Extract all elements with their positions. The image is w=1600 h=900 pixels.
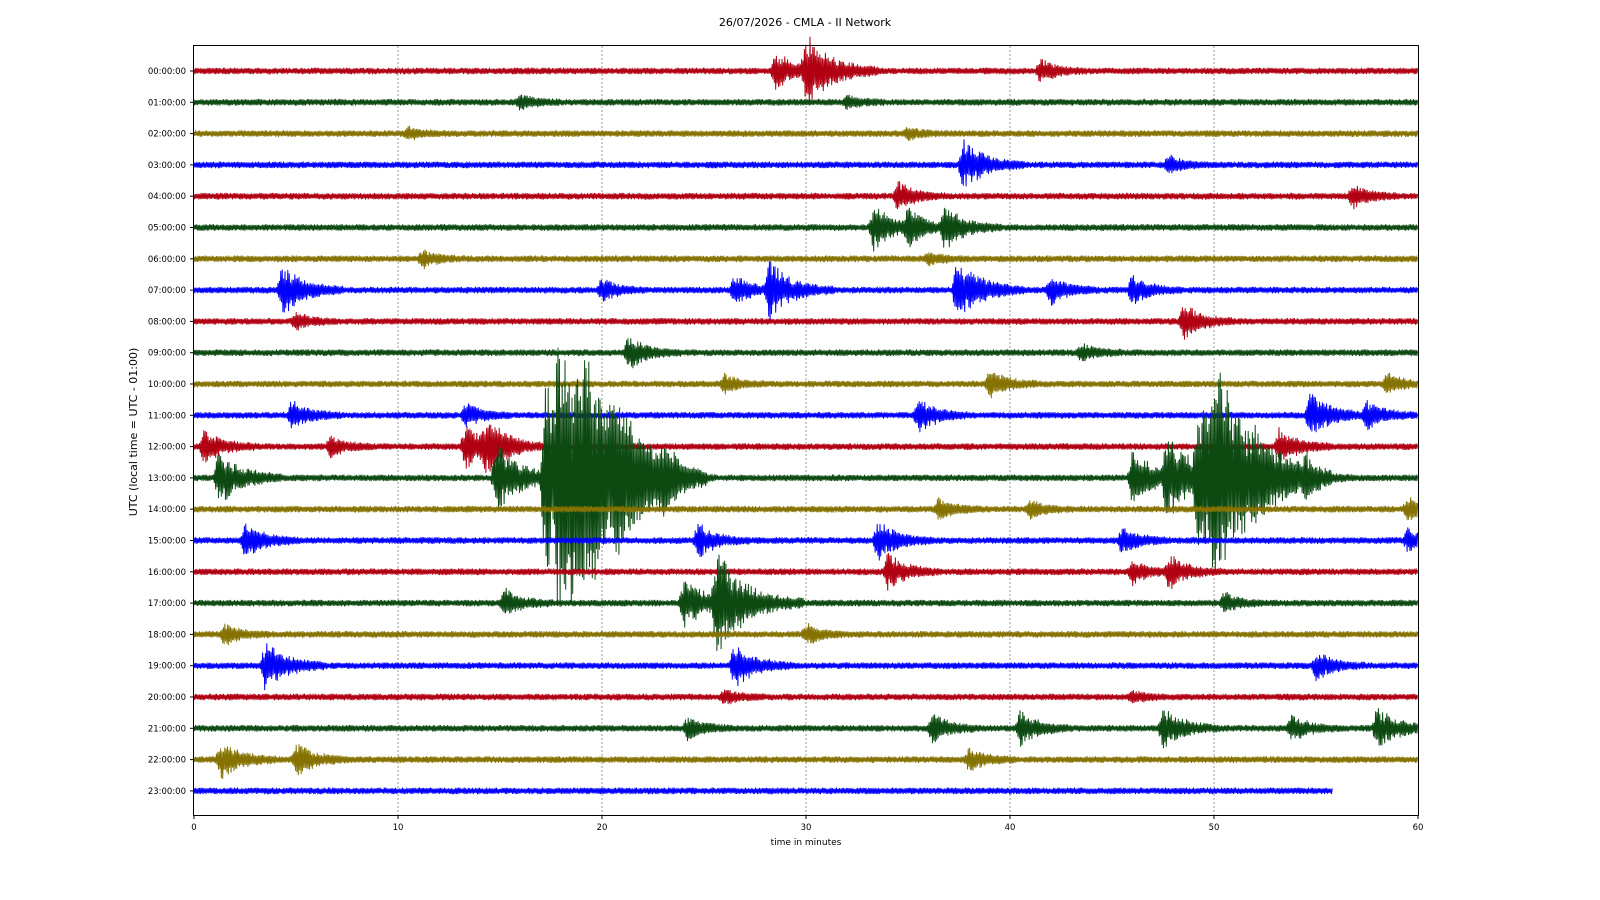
x-tick-label: 40 (1005, 823, 1016, 833)
y-tick-label: 02:00:00 (148, 130, 186, 140)
trace-20-00-00 (193, 689, 1419, 705)
x-axis-label: time in minutes (771, 838, 842, 848)
trace-00-00-00 (193, 36, 1419, 103)
y-tick-label: 17:00:00 (148, 599, 186, 609)
trace-04-00-00 (193, 181, 1419, 210)
y-tick-label: 10:00:00 (148, 380, 186, 390)
y-tick-label: 12:00:00 (148, 443, 186, 453)
y-tick-label: 00:00:00 (148, 67, 186, 77)
x-tick-label: 60 (1413, 823, 1424, 833)
y-tick-label: 11:00:00 (148, 411, 186, 421)
x-tick-label: 30 (801, 823, 812, 833)
y-ticks: 00:00:00 01:00:00 02:00:00 03:00:00 04:00:00… (148, 67, 194, 797)
y-tick-label: 18:00:00 (148, 630, 186, 640)
trace-06-00-00 (193, 249, 1419, 270)
trace-22-00-00 (193, 744, 1419, 780)
x-tick-label: 20 (597, 823, 608, 833)
y-tick-label: 07:00:00 (148, 286, 186, 296)
x-tick-label: 0 (191, 823, 196, 833)
y-tick-label: 03:00:00 (148, 161, 186, 171)
x-tick-label: 50 (1209, 823, 1220, 833)
y-tick-label: 23:00:00 (148, 787, 186, 797)
y-tick-label: 22:00:00 (148, 756, 186, 766)
helicorder-chart: 26/07/2026 - CMLA - II Network UTC (loca… (127, 16, 1423, 848)
trace-23-00-00 (193, 787, 1333, 795)
y-tick-label: 15:00:00 (148, 537, 186, 547)
y-tick-label: 21:00:00 (148, 724, 186, 734)
y-tick-label: 06:00:00 (148, 255, 186, 265)
y-tick-label: 05:00:00 (148, 224, 186, 234)
y-tick-label: 01:00:00 (148, 98, 186, 108)
chart-title: 26/07/2026 - CMLA - II Network (719, 16, 892, 29)
y-tick-label: 08:00:00 (148, 317, 186, 327)
y-tick-label: 20:00:00 (148, 693, 186, 703)
y-tick-label: 16:00:00 (148, 568, 186, 578)
y-tick-label: 04:00:00 (148, 192, 186, 202)
y-tick-label: 13:00:00 (148, 474, 186, 484)
y-tick-label: 14:00:00 (148, 505, 186, 515)
y-tick-label: 19:00:00 (148, 662, 186, 672)
x-tick-label: 10 (393, 823, 404, 833)
x-ticks: 0 10 20 30 40 50 60 (191, 815, 1423, 833)
y-axis-label: UTC (local time = UTC - 01:00) (127, 348, 140, 517)
y-tick-label: 09:00:00 (148, 349, 186, 359)
